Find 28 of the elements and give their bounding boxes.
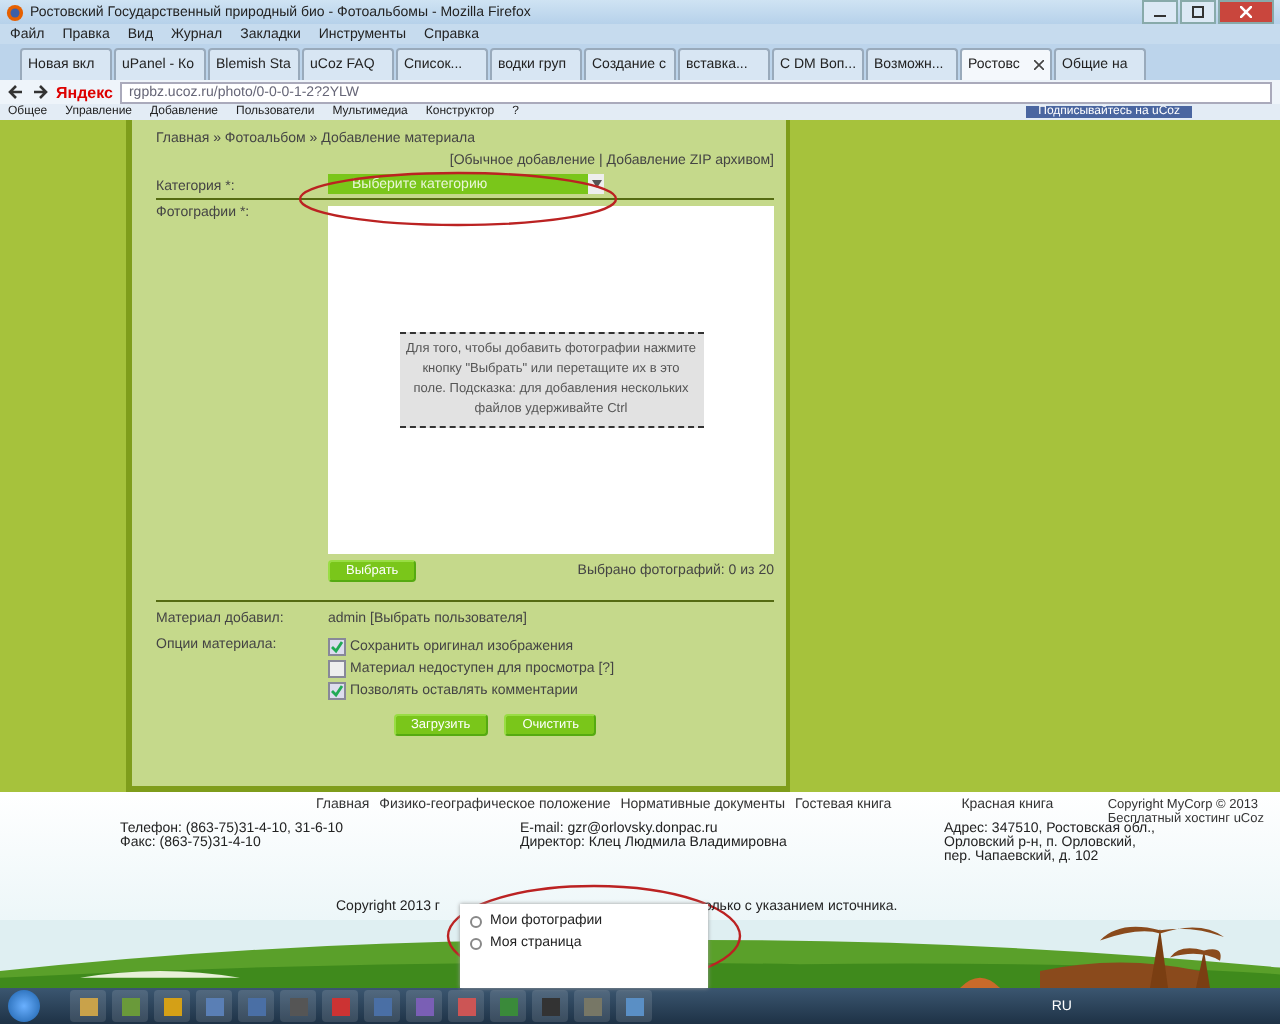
taskbar-app-icon[interactable]: [280, 990, 316, 1022]
forward-icon[interactable]: [32, 84, 48, 100]
minimize-button[interactable]: [1142, 0, 1178, 24]
checkbox[interactable]: [328, 638, 346, 656]
taskbar-app-icon[interactable]: [364, 990, 400, 1022]
close-button[interactable]: [1218, 0, 1274, 24]
taskbar-app-icon[interactable]: [574, 990, 610, 1022]
firefox-icon: [6, 3, 24, 21]
close-icon[interactable]: [1034, 60, 1044, 70]
yandex-logo: Яндекс: [56, 83, 113, 101]
checkbox[interactable]: [328, 682, 346, 700]
taskbar-app-icon[interactable]: [448, 990, 484, 1022]
taskbar-app-icon[interactable]: [70, 990, 106, 1022]
taskbar-app-icon[interactable]: [238, 990, 274, 1022]
dropdown-icon[interactable]: [591, 180, 601, 188]
taskbar-app-icon[interactable]: [112, 990, 148, 1022]
taskbar-app-icon[interactable]: [154, 990, 190, 1022]
back-icon[interactable]: [8, 84, 24, 100]
taskbar-app-icon[interactable]: [196, 990, 232, 1022]
maximize-icon[interactable]: [1192, 6, 1204, 18]
taskbar-app-icon[interactable]: [616, 990, 652, 1022]
taskbar-app-icon[interactable]: [406, 990, 442, 1022]
checkbox[interactable]: [328, 660, 346, 678]
maximize-button[interactable]: [1180, 0, 1216, 24]
taskbar-app-icon[interactable]: [490, 990, 526, 1022]
start-button[interactable]: [8, 990, 40, 1022]
taskbar-app-icon[interactable]: [322, 990, 358, 1022]
taskbar-app-icon[interactable]: [532, 990, 568, 1022]
